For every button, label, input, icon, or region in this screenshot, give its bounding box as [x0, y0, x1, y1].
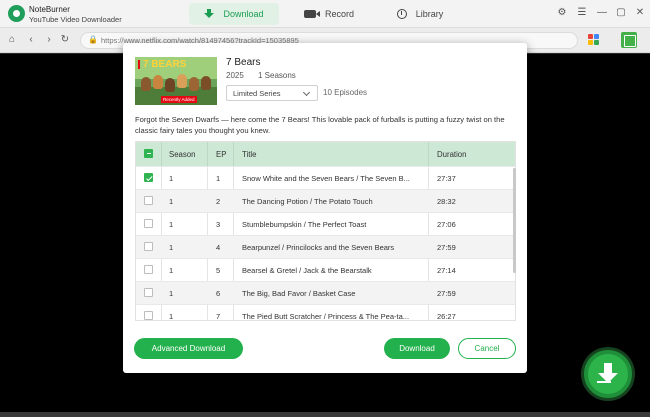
season-select-value: Limited Series — [233, 89, 281, 98]
row-duration: 27:06 — [437, 220, 456, 229]
table-scrollbar[interactable] — [513, 168, 516, 273]
download-button[interactable]: Download — [384, 338, 450, 359]
lock-icon: 🔒 — [88, 35, 98, 44]
table-row[interactable]: 1 4 Bearpunzel / Princilocks and the Sev… — [136, 235, 515, 258]
library-book-icon[interactable] — [621, 32, 637, 48]
row-checkbox[interactable] — [144, 311, 153, 320]
row-ep: 2 — [216, 197, 221, 206]
home-icon[interactable]: ⌂ — [5, 33, 19, 47]
row-season: 1 — [169, 289, 174, 298]
header-season: Season — [169, 150, 196, 159]
row-duration: 26:27 — [437, 312, 456, 321]
chevron-down-icon — [302, 88, 311, 97]
show-poster: 7 BEARS Recently Added — [135, 57, 217, 105]
cancel-button[interactable]: Cancel — [458, 338, 516, 359]
gear-icon[interactable]: ⚙ — [556, 7, 568, 19]
row-checkbox[interactable] — [144, 288, 153, 297]
row-duration: 27:37 — [437, 174, 456, 183]
row-checkbox[interactable] — [144, 196, 153, 205]
row-title: The Dancing Potion / The Potato Touch — [242, 197, 373, 206]
maximize-icon[interactable]: ▢ — [615, 7, 627, 19]
row-season: 1 — [169, 220, 174, 229]
episode-count: 10 Episodes — [323, 88, 368, 97]
row-ep: 7 — [216, 312, 221, 321]
back-icon[interactable]: ‹ — [24, 33, 38, 47]
row-season: 1 — [169, 243, 174, 252]
tab-record-label: Record — [324, 9, 354, 19]
tab-record[interactable]: Record — [297, 3, 361, 25]
row-ep: 1 — [216, 174, 221, 183]
row-title: The Big, Bad Favor / Basket Case — [242, 289, 356, 298]
row-title: Snow White and the Seven Bears / The Sev… — [242, 174, 410, 183]
advanced-download-button[interactable]: Advanced Download — [134, 338, 243, 359]
row-checkbox[interactable] — [144, 242, 153, 251]
close-icon[interactable]: ✕ — [634, 7, 646, 19]
netflix-logo-icon — [138, 60, 140, 69]
apps-grid-icon[interactable] — [588, 34, 600, 46]
title-bar: NoteBurner YouTube Video Downloader Down… — [0, 0, 650, 28]
row-duration: 27:59 — [437, 289, 456, 298]
app-name: NoteBurner — [29, 5, 70, 14]
window-bottom-edge — [0, 412, 650, 417]
noteburner-logo-icon — [8, 5, 25, 22]
row-title: Bearpunzel / Princilocks and the Seven B… — [242, 243, 395, 252]
table-header: Season EP Title Duration — [136, 142, 515, 166]
poster-badge: Recently Added — [161, 96, 197, 103]
row-duration: 27:14 — [437, 266, 456, 275]
table-row[interactable]: 1 2 The Dancing Potion / The Potato Touc… — [136, 189, 515, 212]
poster-title: 7 BEARS — [143, 59, 187, 70]
floating-download-button[interactable] — [584, 350, 632, 398]
row-ep: 5 — [216, 266, 221, 275]
app-subtitle: YouTube Video Downloader — [29, 15, 122, 24]
forward-icon[interactable]: › — [42, 33, 56, 47]
minimize-icon[interactable]: — — [596, 7, 608, 19]
row-checkbox[interactable] — [144, 219, 153, 228]
table-row[interactable]: 1 6 The Big, Bad Favor / Basket Case 27:… — [136, 281, 515, 304]
download-icon — [204, 9, 215, 19]
row-season: 1 — [169, 266, 174, 275]
reload-icon[interactable]: ↻ — [58, 33, 72, 47]
table-row[interactable]: 1 1 Snow White and the Seven Bears / The… — [136, 166, 515, 189]
clock-icon — [396, 9, 407, 19]
table-row[interactable]: 1 7 The Pied Butt Scratcher / Princess &… — [136, 304, 515, 321]
header-ep: EP — [216, 150, 227, 159]
tab-library[interactable]: Library — [393, 3, 447, 25]
select-all-checkbox[interactable] — [144, 149, 153, 158]
row-title: The Pied Butt Scratcher / Princess & The… — [242, 312, 410, 321]
row-season: 1 — [169, 174, 174, 183]
row-duration: 28:32 — [437, 197, 456, 206]
row-checkbox[interactable] — [144, 265, 153, 274]
header-duration: Duration — [437, 150, 467, 159]
row-season: 1 — [169, 312, 174, 321]
menu-icon[interactable]: ☰ — [576, 7, 588, 19]
row-ep: 3 — [216, 220, 221, 229]
show-seasons: 1 Seasons — [258, 71, 296, 80]
row-checkbox[interactable] — [144, 173, 153, 182]
row-title: Bearsel & Gretel / Jack & the Bearstalk — [242, 266, 372, 275]
row-duration: 27:59 — [437, 243, 456, 252]
table-row[interactable]: 1 3 Stumblebumpskin / The Perfect Toast … — [136, 212, 515, 235]
tab-download[interactable]: Download — [189, 3, 279, 25]
tab-download-label: Download — [223, 9, 264, 19]
episode-table: Season EP Title Duration 1 1 Snow White … — [135, 141, 516, 321]
tab-library-label: Library — [415, 9, 444, 19]
video-camera-icon — [303, 10, 320, 18]
show-title: 7 Bears — [226, 57, 261, 68]
show-year: 2025 — [226, 71, 244, 80]
download-arrow-icon — [597, 381, 611, 383]
row-ep: 4 — [216, 243, 221, 252]
row-ep: 6 — [216, 289, 221, 298]
row-season: 1 — [169, 197, 174, 206]
row-title: Stumblebumpskin / The Perfect Toast — [242, 220, 367, 229]
header-title: Title — [242, 150, 257, 159]
table-row[interactable]: 1 5 Bearsel & Gretel / Jack & the Bearst… — [136, 258, 515, 281]
download-dialog: 7 BEARS Recently Added 7 Bears 2025 1 Se… — [123, 43, 527, 373]
season-select[interactable]: Limited Series — [226, 85, 318, 101]
show-description: Forgot the Seven Dwarfs — here come the … — [135, 115, 505, 135]
